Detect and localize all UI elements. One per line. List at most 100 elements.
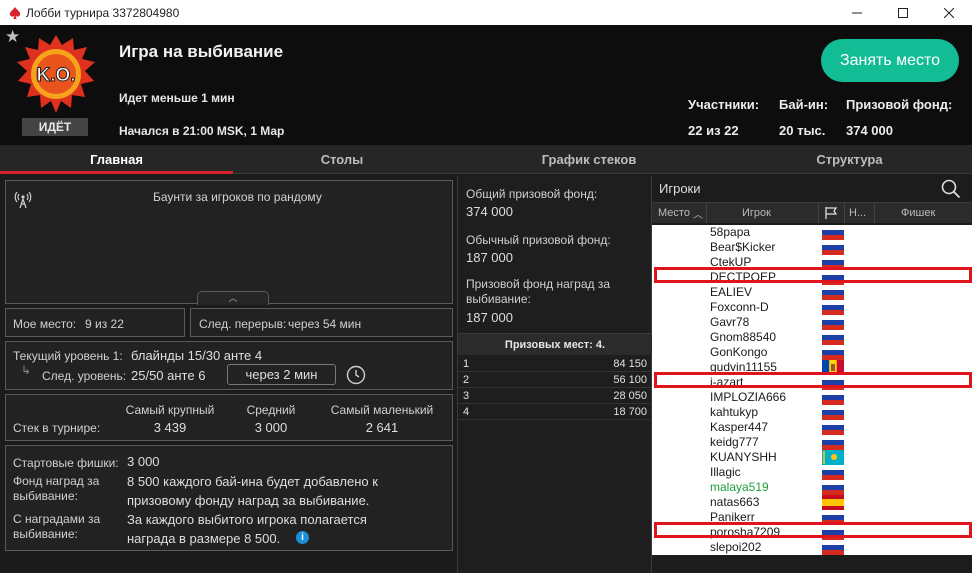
players-search-bar[interactable]: Игроки [652,176,972,203]
player-name: KUANYSHH [710,450,777,464]
player-row[interactable]: KUANYSHH [652,450,972,465]
players-value: 22 из 22 [688,123,739,138]
player-row[interactable]: Illagic [652,465,972,480]
tournament-name: Игра на выбивание [119,42,284,61]
country-flag-icon [822,315,844,330]
player-row[interactable]: Kasper447 [652,420,972,435]
maximize-icon[interactable] [880,0,926,25]
player-row[interactable]: Bear$Kicker [652,240,972,255]
players-panel: Игроки Место ︿ Игрок Н... Фишек 58papa Be… [652,176,972,573]
col-chips[interactable]: Фишек [901,207,935,219]
tab-main[interactable]: Главная [0,145,233,174]
bounty-prize-label: Призовой фонд наград за выбивание: [466,277,611,306]
flag-column-icon[interactable] [824,206,838,220]
col-bounty[interactable]: Н... [849,207,866,219]
bounty-fund-value: 8 500 каждого бай-ина будет добавлено к … [127,474,378,508]
clock-icon [346,365,366,385]
prize-pool-label: Призовой фонд: [846,97,953,112]
next-level-label: След. уровень: [42,369,127,383]
minimize-icon[interactable] [834,0,880,25]
player-row[interactable]: slepoi202 [652,540,972,555]
prize-place-amount: 56 100 [613,374,647,386]
player-row[interactable]: CtekUP [652,255,972,270]
country-flag-icon [822,540,844,555]
player-row[interactable]: gudvin11155 [652,360,972,375]
news-text: Баунти за игроков по рандому [153,190,322,204]
pokerstars-spade-icon [8,6,22,20]
player-row[interactable]: EALIEV [652,285,972,300]
player-row[interactable]: malaya519 [652,480,972,495]
player-name: Gnom88540 [710,330,777,344]
col-player[interactable]: Игрок [742,207,771,219]
news-box: Баунти за игроков по рандому ︿ [5,180,453,305]
lobby-tabs: Главная Столы График стеков Структура [0,145,972,174]
player-name: Illagic [710,465,741,479]
players-label: Участники: [688,97,760,112]
next-break-label: След. перерыв: [199,317,287,331]
country-flag-icon [822,435,844,450]
buyin-label: Бай-ин: [779,97,829,112]
player-row[interactable]: Gavr78 [652,315,972,330]
current-level-label: Текущий уровень 1: [13,349,123,363]
country-flag-icon [822,240,844,255]
tab-stack-chart[interactable]: График стеков [451,145,727,173]
average-stack-label: Средний [246,403,296,417]
bounty-fund-label: Фонд наград за выбивание: [13,474,100,503]
player-row[interactable]: porosha7209 [652,525,972,540]
tournament-header: ★ K.O. ИДЁТ Игра на выбивание Идет меньш… [0,25,972,145]
my-place-box: Мое место: 9 из 22 [5,308,185,337]
buyin-value: 20 тыс. [779,123,826,138]
player-row[interactable]: DECTPOEP [652,270,972,285]
next-break-value: через 54 мин [288,317,362,331]
broadcast-icon [14,191,32,209]
start-chips-value: 3 000 [127,454,160,469]
players-title: Игроки [659,181,701,196]
country-flag-icon [822,480,844,495]
prize-place-number: 3 [463,390,470,402]
player-name: porosha7209 [710,525,781,539]
my-place-value: 9 из 22 [85,317,124,331]
country-flag-icon [822,375,844,390]
player-row[interactable]: Gnom88540 [652,330,972,345]
stack-row-label: Стек в турнире: [13,421,101,435]
player-row[interactable]: 58papa [652,225,972,240]
player-row[interactable]: natas663 [652,495,972,510]
player-name: Panikerr [710,510,755,524]
col-place[interactable]: Место [658,207,690,219]
search-icon[interactable] [941,179,961,199]
close-icon[interactable] [926,0,972,25]
prize-pool-panel: Общий призовой фонд: 374 000 Обычный при… [457,176,653,573]
prize-place-number: 4 [463,406,470,418]
player-name: Foxconn-D [710,300,769,314]
player-name: GonKongo [710,345,768,359]
players-table-header: Место ︿ Игрок Н... Фишек [652,203,972,223]
player-row[interactable]: keidg777 [652,435,972,450]
player-row[interactable]: kahtukyp [652,405,972,420]
info-icon[interactable]: i [296,531,309,544]
country-flag-icon [822,270,844,285]
prize-places-header: Призовых мест: 4. [458,333,652,355]
player-row[interactable]: Panikerr [652,510,972,525]
prize-pool-value: 374 000 [846,123,893,138]
player-row[interactable]: Foxconn-D [652,300,972,315]
tab-structure[interactable]: Структура [727,145,972,173]
player-row[interactable]: i-azart [652,375,972,390]
running-time: Идет меньше 1 мин [119,91,235,105]
stacks-box: Стек в турнире: Самый крупный 3 439 Сред… [5,394,453,441]
player-row[interactable]: GonKongo [652,345,972,360]
sub-arrow-icon: ↳ [21,363,32,377]
next-level-value: 25/50 анте 6 [131,368,206,383]
largest-stack-value: 3 439 [153,420,187,435]
player-name: EALIEV [710,285,753,299]
country-flag-icon [822,390,844,405]
player-row[interactable]: IMPLOZIA666 [652,390,972,405]
chevron-up-icon: ︿ [228,293,238,303]
country-flag-icon [822,525,844,540]
regular-prize-label: Обычный призовой фонд: [466,233,611,247]
register-button[interactable]: Занять место [821,39,959,82]
collapse-handle[interactable]: ︿ [197,291,269,305]
country-flag-icon [822,345,844,360]
regular-prize-value: 187 000 [466,250,513,265]
country-flag-icon [822,330,844,345]
tab-tables[interactable]: Столы [233,145,451,173]
